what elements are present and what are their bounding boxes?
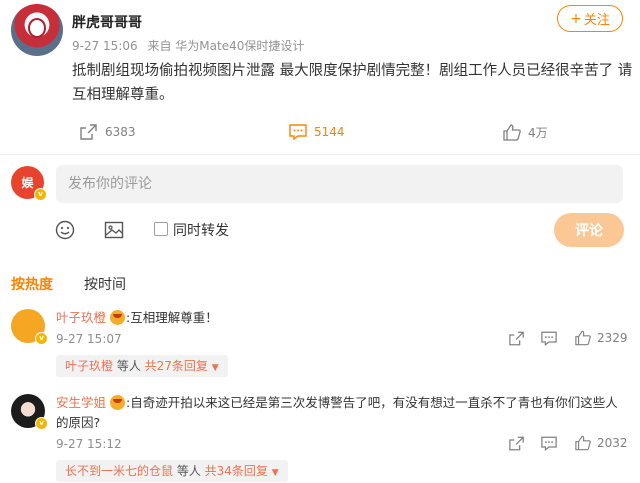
- plus-icon: +: [570, 10, 582, 27]
- comment-like-count: 2032: [597, 436, 628, 450]
- comment-time: 9-27 15:12: [56, 437, 122, 451]
- emoji-icon: [55, 220, 75, 240]
- tab-sort-hot[interactable]: 按热度: [11, 274, 53, 294]
- comment-icon: [541, 331, 557, 346]
- image-button[interactable]: [104, 220, 124, 244]
- thumbs-up-icon: [575, 330, 591, 346]
- reply-author: 叶子玖橙: [65, 359, 114, 373]
- comment-like-button[interactable]: 2032: [575, 435, 628, 451]
- comment-icon: [289, 124, 307, 140]
- repost-icon: [509, 436, 524, 451]
- post-author-name[interactable]: 胖虎哥哥哥: [72, 12, 142, 32]
- section-divider: [0, 154, 640, 155]
- comment-reply-button[interactable]: [541, 331, 563, 346]
- comment-repost-button[interactable]: [509, 331, 531, 346]
- verified-badge-icon: v: [34, 188, 47, 201]
- reply-count: 共34条回复: [204, 464, 268, 478]
- comment-text: :互相理解尊重！: [126, 310, 218, 325]
- comment-author[interactable]: 安生学姐: [56, 395, 106, 410]
- submit-comment-button[interactable]: 评论: [554, 213, 624, 247]
- repost-count: 6383: [105, 125, 136, 139]
- comment-author[interactable]: 叶子玖橙: [56, 310, 106, 325]
- comment-icon: [541, 436, 557, 451]
- forward-checkbox[interactable]: [154, 222, 168, 236]
- follow-button[interactable]: + 关注: [557, 5, 623, 32]
- tab-sort-time[interactable]: 按时间: [84, 274, 126, 294]
- comment-count: 5144: [314, 125, 345, 139]
- comment-replies-summary[interactable]: 长不到一米七的仓鼠 等人 共34条回复 ▼: [56, 460, 288, 482]
- comment-button[interactable]: 5144: [289, 122, 345, 142]
- verified-badge-icon: v: [35, 332, 48, 345]
- post-meta: 9-27 15:06 来自 华为Mate40保时捷设计: [72, 37, 304, 54]
- repost-icon: [509, 331, 524, 346]
- comment-repost-button[interactable]: [509, 436, 531, 451]
- comment-time: 9-27 15:07: [56, 332, 122, 346]
- comment-like-count: 2329: [597, 331, 628, 345]
- comment-body: 安生学姐 :自奇迹开拍以来这已经是第三次发博警告了吧，有没有想过一直杀不了青也有…: [56, 393, 626, 433]
- post-text: 抵制剧组现场偷拍视频图片泄露 最大限度保护剧情完整！剧组工作人员已经很辛苦了 请…: [72, 63, 633, 103]
- thumbs-up-icon: [503, 123, 521, 141]
- comment-text: :自奇迹开拍以来这已经是第三次发博警告了吧，有没有想过一直杀不了青也有你们这些人…: [56, 395, 618, 430]
- current-user-avatar-text: 娱: [21, 176, 34, 190]
- reply-count: 共27条回复: [144, 359, 208, 373]
- caret-down-icon: ▼: [211, 363, 219, 373]
- repost-button[interactable]: 6383: [80, 122, 136, 142]
- forward-label[interactable]: 同时转发: [173, 220, 229, 240]
- comment-reply-button[interactable]: [541, 436, 563, 451]
- repost-icon: [80, 124, 97, 140]
- laughing-emoji-icon: [110, 395, 125, 410]
- caret-down-icon: ▼: [271, 468, 279, 478]
- comment-like-button[interactable]: 2329: [575, 330, 628, 346]
- post-time: 9-27 15:06: [72, 39, 138, 53]
- like-count: 4万: [528, 125, 548, 140]
- post-author-avatar[interactable]: [11, 4, 63, 56]
- laughing-emoji-icon: [110, 310, 125, 325]
- comment-input[interactable]: [56, 165, 623, 203]
- post-source: 来自 华为Mate40保时捷设计: [147, 39, 305, 53]
- comment-replies-summary[interactable]: 叶子玖橙 等人 共27条回复 ▼: [56, 355, 228, 377]
- thumbs-up-icon: [575, 435, 591, 451]
- comment-body: 叶子玖橙 :互相理解尊重！: [56, 308, 218, 328]
- emoji-button[interactable]: [55, 220, 75, 244]
- image-icon: [104, 221, 124, 239]
- reply-suffix: 等人: [173, 464, 205, 478]
- follow-label: 关注: [583, 13, 610, 28]
- like-button[interactable]: 4万: [503, 122, 548, 142]
- reply-suffix: 等人: [113, 359, 145, 373]
- verified-badge-icon: v: [35, 417, 48, 430]
- reply-author: 长不到一米七的仓鼠: [65, 464, 174, 478]
